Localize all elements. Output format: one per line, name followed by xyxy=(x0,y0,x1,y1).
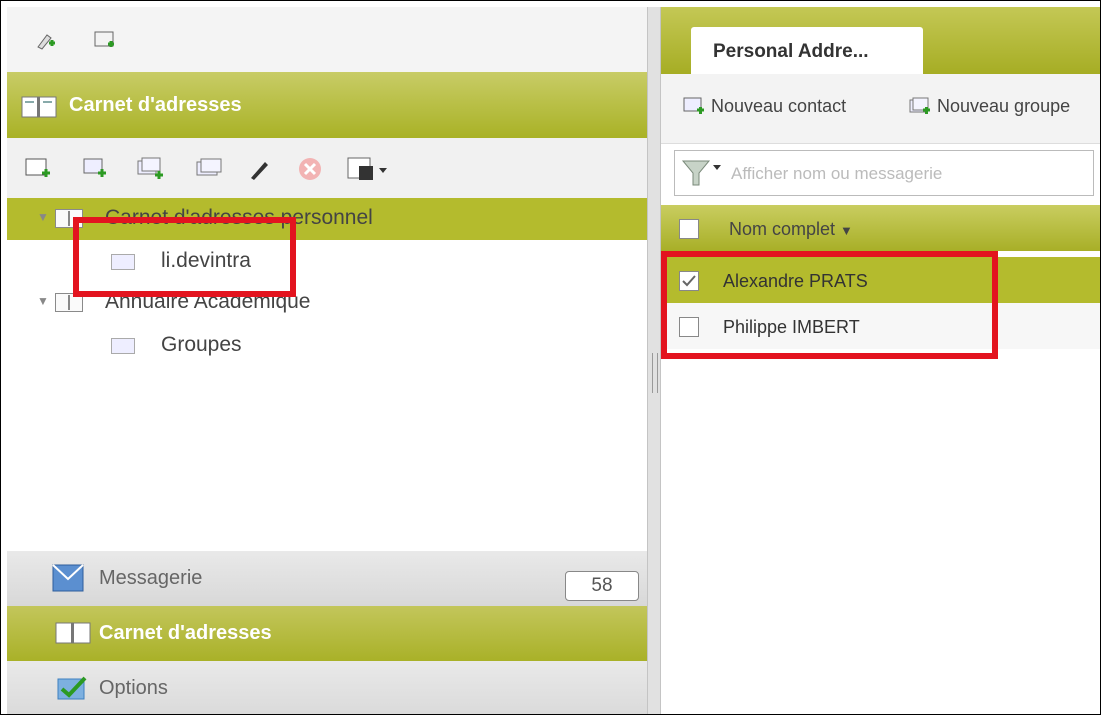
nav-label: Carnet d'adresses xyxy=(99,622,272,644)
export-menu-icon[interactable] xyxy=(347,156,393,182)
mail-icon xyxy=(52,564,84,592)
filter-icon[interactable] xyxy=(681,159,725,187)
tab-bar: Personal Addre... xyxy=(661,7,1100,74)
expand-triangle-icon[interactable]: ▼ xyxy=(37,210,49,224)
splitter-grip[interactable] xyxy=(652,353,658,393)
delete-icon[interactable] xyxy=(297,156,323,182)
addressbook-header: Carnet d'adresses xyxy=(7,72,647,138)
group-icon xyxy=(111,338,135,354)
add-group-icon[interactable] xyxy=(137,156,167,182)
search-placeholder: Afficher nom ou messagerie xyxy=(731,164,943,183)
addressbook-icon xyxy=(21,96,57,118)
tree-item-groupes[interactable]: Groupes xyxy=(7,324,647,366)
sort-caret-icon: ▼ xyxy=(840,223,853,238)
new-group-icon xyxy=(909,97,930,114)
column-header-name[interactable]: Nom complet ▼ xyxy=(729,219,853,240)
nav-panel: Messagerie 58 Carnet d'adresses Options xyxy=(7,551,647,714)
nav-item-options[interactable]: Options xyxy=(7,661,647,714)
app-window: Carnet d'adresses ▼ Carnet d'adresses pe… xyxy=(0,0,1101,715)
new-contact-icon xyxy=(683,97,704,114)
new-addressbook-icon[interactable] xyxy=(94,29,116,51)
new-contact-label: Nouveau contact xyxy=(711,96,847,116)
new-contact-icon[interactable] xyxy=(35,29,57,51)
right-pane: Personal Addre... Nouveau contact Nouvea… xyxy=(661,7,1100,714)
top-toolbar xyxy=(7,7,647,72)
search-field[interactable]: Afficher nom ou messagerie xyxy=(674,150,1094,196)
new-group-button[interactable]: Nouveau groupe xyxy=(909,96,1070,117)
options-check-icon xyxy=(57,676,87,700)
tree-item-label: Groupes xyxy=(161,333,242,356)
new-contact-button[interactable]: Nouveau contact xyxy=(683,96,846,117)
nav-item-messagerie[interactable]: Messagerie 58 xyxy=(7,551,647,607)
nav-label: Messagerie xyxy=(99,567,203,589)
table-header: Nom complet ▼ xyxy=(661,205,1100,251)
highlight-box xyxy=(661,251,998,359)
left-pane: Carnet d'adresses ▼ Carnet d'adresses pe… xyxy=(7,7,647,714)
contact-toolbar: Nouveau contact Nouveau groupe xyxy=(661,74,1100,144)
highlight-box xyxy=(73,217,296,297)
nav-label: Options xyxy=(99,677,168,699)
addressbook-title: Carnet d'adresses xyxy=(69,94,242,116)
edit-pencil-icon[interactable] xyxy=(247,156,271,182)
column-header-label: Nom complet xyxy=(729,219,836,239)
add-contact-icon[interactable] xyxy=(83,156,111,182)
addressbook-icon xyxy=(55,622,91,644)
new-group-label: Nouveau groupe xyxy=(937,96,1071,116)
group-icon[interactable] xyxy=(195,156,223,182)
add-book-icon[interactable] xyxy=(25,156,53,182)
tree-toolbar xyxy=(7,138,647,198)
pane-splitter[interactable] xyxy=(647,7,661,714)
unread-count-badge: 58 xyxy=(565,571,639,601)
expand-triangle-icon[interactable]: ▼ xyxy=(37,294,49,308)
nav-item-carnet[interactable]: Carnet d'adresses xyxy=(7,606,647,661)
tab-personal-addressbook[interactable]: Personal Addre... xyxy=(691,27,923,74)
select-all-checkbox[interactable] xyxy=(679,219,699,239)
